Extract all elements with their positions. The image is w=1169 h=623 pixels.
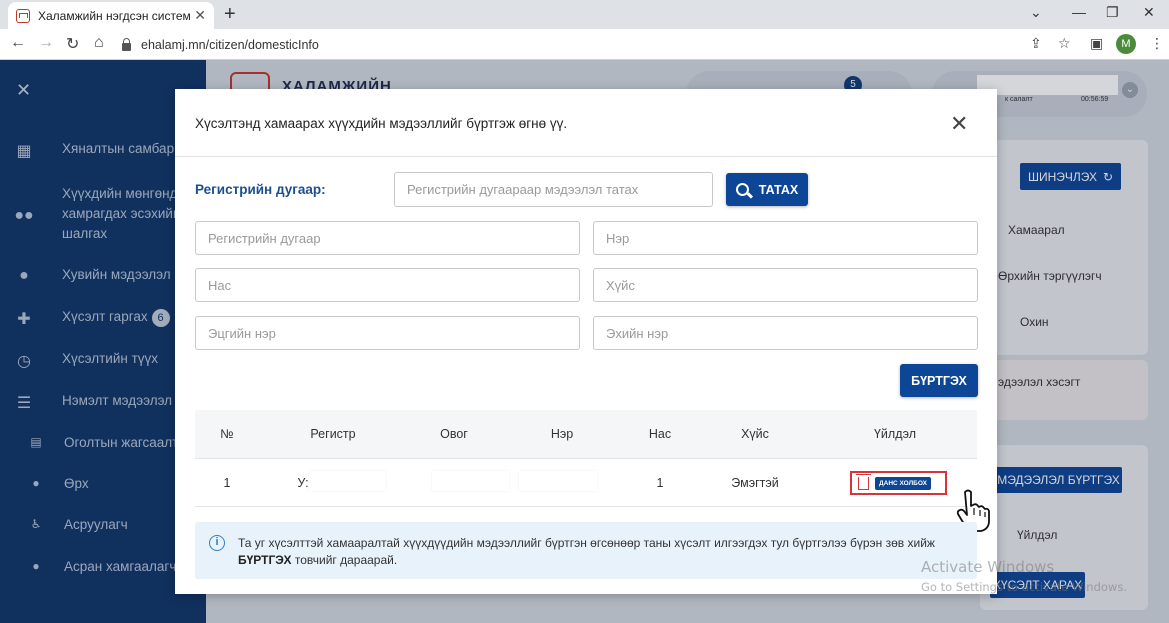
site-favicon-icon bbox=[16, 8, 30, 23]
name-field[interactable] bbox=[593, 221, 978, 255]
register-number-field[interactable] bbox=[195, 221, 580, 255]
col-header-age: Нас bbox=[648, 427, 672, 441]
back-icon[interactable]: ← bbox=[10, 34, 26, 52]
url-field[interactable]: ehalamj.mn/citizen/domesticInfo bbox=[122, 33, 992, 56]
register-search-input[interactable] bbox=[394, 172, 713, 207]
link-account-button[interactable]: ДАНС ХОЛБОХ bbox=[875, 476, 931, 490]
father-name-field[interactable] bbox=[195, 316, 580, 350]
modal-title: Хүсэлтэнд хамаарах хүүхдийн мэдээллийг б… bbox=[195, 116, 568, 131]
window-close-icon[interactable]: ✕ bbox=[1143, 4, 1155, 21]
modal-close-icon[interactable]: ✕ bbox=[950, 111, 968, 137]
col-header-action: Үйлдэл bbox=[873, 427, 917, 441]
browser-tab[interactable]: Халамжийн нэгдсэн систем ✕ bbox=[8, 2, 214, 29]
cell-register: У: bbox=[297, 476, 309, 490]
register-redacted bbox=[309, 471, 386, 491]
bookmark-star-icon[interactable]: ☆ bbox=[1058, 35, 1071, 52]
save-button[interactable]: БҮРТГЭХ bbox=[900, 364, 978, 397]
url-text: ehalamj.mn/citizen/domesticInfo bbox=[141, 37, 319, 52]
address-bar: ← → ↻ ⌂ ehalamj.mn/citizen/domesticInfo … bbox=[0, 29, 1169, 60]
surname-redacted bbox=[432, 471, 509, 491]
tab-search-icon[interactable]: ⌄ bbox=[1030, 4, 1042, 21]
info-alert: i Та уг хүсэлттэй хамааралтай хүүхдүүдий… bbox=[195, 522, 977, 579]
minimize-icon[interactable]: — bbox=[1072, 4, 1086, 20]
gender-field[interactable] bbox=[593, 268, 978, 302]
cell-no: 1 bbox=[223, 476, 231, 490]
profile-avatar[interactable]: M bbox=[1116, 34, 1136, 54]
col-header-register: Регистр bbox=[310, 427, 356, 441]
info-icon: i bbox=[209, 535, 225, 551]
modal-divider bbox=[175, 156, 997, 157]
fetch-button[interactable]: ТАТАХ bbox=[726, 173, 808, 206]
tab-title: Халамжийн нэгдсэн систем bbox=[38, 8, 191, 23]
restore-icon[interactable]: ❐ bbox=[1106, 4, 1119, 21]
cell-gender: Эмэгтэй bbox=[731, 476, 779, 490]
table-row: 1 У: 1 Эмэгтэй ДАНС ХОЛБОХ bbox=[195, 458, 977, 507]
activate-windows-title: Activate Windows bbox=[921, 558, 1055, 576]
search-icon bbox=[735, 183, 749, 196]
fetch-button-label: ТАТАХ bbox=[758, 182, 799, 197]
register-number-label: Регистрийн дугаар: bbox=[195, 182, 326, 197]
sidepanel-icon[interactable]: ▣ bbox=[1090, 35, 1103, 52]
row-actions: ДАНС ХОЛБОХ bbox=[850, 471, 947, 495]
reload-icon[interactable]: ↻ bbox=[66, 34, 79, 54]
col-header-no: № bbox=[220, 427, 234, 441]
cell-age: 1 bbox=[656, 476, 664, 490]
activate-windows-subtitle: Go to Settings to activate Windows. bbox=[921, 580, 1127, 594]
forward-icon[interactable]: → bbox=[38, 34, 54, 52]
home-icon[interactable]: ⌂ bbox=[94, 34, 104, 52]
col-header-name: Нэр bbox=[550, 427, 574, 441]
table-header: № Регистр Овог Нэр Нас Хүйс Үйлдэл bbox=[195, 410, 977, 458]
name-redacted bbox=[519, 471, 597, 491]
lock-icon bbox=[122, 37, 131, 51]
menu-dots-icon[interactable]: ⋮ bbox=[1150, 35, 1164, 52]
new-tab-icon[interactable]: + bbox=[224, 3, 236, 26]
share-icon[interactable]: ⇪ bbox=[1030, 35, 1042, 52]
trash-icon[interactable] bbox=[856, 473, 871, 490]
tab-close-icon[interactable]: ✕ bbox=[194, 7, 206, 24]
browser-tab-bar: Халамжийн нэгдсэн систем ✕ + ⌄ — ❐ ✕ bbox=[0, 0, 1169, 29]
age-field[interactable] bbox=[195, 268, 580, 302]
info-alert-text: Та уг хүсэлттэй хамааралтай хүүхдүүдийн … bbox=[238, 536, 935, 567]
col-header-gender: Хүйс bbox=[741, 427, 769, 441]
mother-name-field[interactable] bbox=[593, 316, 978, 350]
child-info-modal: Хүсэлтэнд хамаарах хүүхдийн мэдээллийг б… bbox=[175, 89, 997, 594]
col-header-surname: Овог bbox=[440, 427, 468, 441]
